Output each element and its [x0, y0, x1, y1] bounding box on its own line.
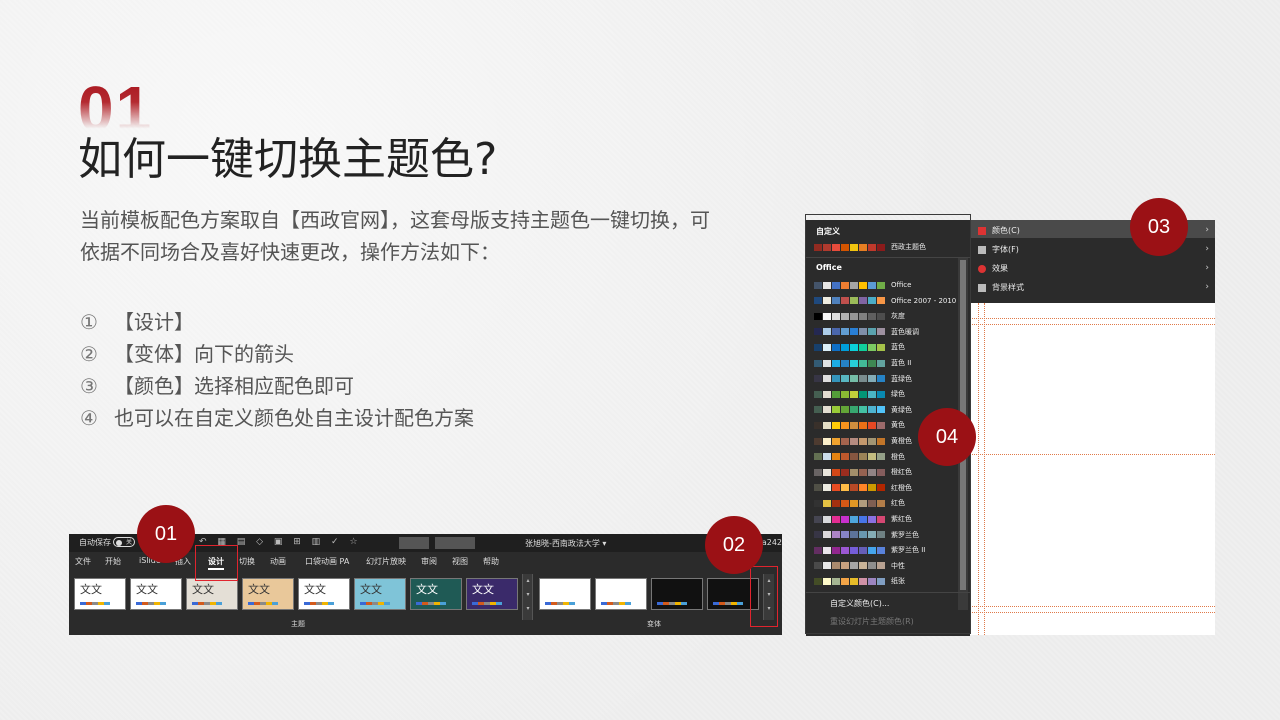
design-tab-highlight: [195, 545, 238, 581]
tab-home[interactable]: 开始: [105, 556, 121, 567]
guide-line: [970, 606, 1215, 607]
variant-arrow-highlight: [750, 566, 778, 627]
menu-item-colors[interactable]: 颜色(C): [978, 225, 1020, 236]
menu-item-label: 颜色(C): [992, 226, 1020, 235]
callout-03: 03: [1130, 198, 1188, 256]
guide-line: [970, 612, 1215, 613]
step-item: ③ 【颜色】选择相应配色即可: [80, 370, 474, 402]
tab-file[interactable]: 文件: [75, 556, 91, 567]
thumb-bar: [248, 602, 278, 605]
thumb-bar: [657, 602, 687, 605]
thumb-bar: [360, 602, 390, 605]
step-number: ②: [80, 342, 98, 366]
variant-thumbnail[interactable]: [595, 578, 647, 610]
user-name[interactable]: 张旭晓-西南政法大学 ▾: [525, 538, 606, 549]
step-number: ①: [80, 310, 98, 334]
description-text: 当前模板配色方案取自【西政官网】，这套母版支持主题色一键切换，可依据不同场合及喜…: [80, 208, 710, 264]
theme-thumbnail[interactable]: 文文: [130, 578, 182, 610]
thumb-text: 文文: [192, 583, 214, 596]
menu-item-label: 效果: [992, 264, 1008, 273]
account-code: a242: [761, 538, 782, 547]
step-text: 【颜色】选择相应配色即可: [114, 374, 354, 398]
step-number: ③: [80, 374, 98, 398]
thumb-text: 文文: [80, 583, 102, 596]
chevron-right-icon: ›: [1205, 282, 1209, 292]
thumb-text: 文文: [136, 583, 158, 596]
variant-thumbnail[interactable]: [539, 578, 591, 610]
theme-thumbnail[interactable]: 文文: [74, 578, 126, 610]
thumb-bar: [80, 602, 110, 605]
guide-line: [984, 303, 985, 635]
callout-02: 02: [705, 516, 763, 574]
page-title: 如何一键切换主题色?: [78, 134, 498, 185]
effects-icon: [978, 264, 986, 273]
step-item: ① 【设计】: [80, 306, 474, 338]
autosave-label: 自动保存: [79, 538, 111, 547]
guide-line: [970, 324, 1215, 325]
colors-icon: [978, 226, 986, 235]
thumb-text: 文文: [304, 583, 326, 596]
tab-review[interactable]: 审阅: [421, 556, 437, 567]
fonts-icon: [978, 245, 986, 254]
thumb-bar: [416, 602, 446, 605]
chevron-right-icon: ›: [1205, 225, 1209, 235]
menu-item-effects[interactable]: 效果: [978, 263, 1008, 274]
thumb-bar: [472, 602, 502, 605]
group-divider: [532, 574, 533, 620]
theme-thumbnail[interactable]: 文文: [242, 578, 294, 610]
tab-view[interactable]: 视图: [452, 556, 468, 567]
tab-transitions[interactable]: 切换: [239, 556, 255, 567]
thumb-text: 文文: [248, 583, 270, 596]
toolbar-field[interactable]: [435, 537, 475, 549]
thumb-text: 文文: [360, 583, 382, 596]
step-item: ④ 也可以在自定义颜色处自主设计配色方案: [80, 402, 474, 434]
tab-slideshow[interactable]: 幻灯片放映: [366, 556, 406, 567]
tab-animations[interactable]: 动画: [270, 556, 286, 567]
step-text: 【设计】: [114, 310, 194, 334]
menu-item-label: 字体(F): [992, 245, 1019, 254]
steps-list: ① 【设计】 ② 【变体】向下的箭头 ③ 【颜色】选择相应配色即可 ④ 也可以在自定义颜…: [80, 306, 474, 434]
guide-line: [970, 454, 1215, 455]
guide-line: [978, 303, 979, 635]
callout-01: 01: [137, 505, 195, 563]
theme-thumbnail[interactable]: 文文: [354, 578, 406, 610]
step-item: ② 【变体】向下的箭头: [80, 338, 474, 370]
menu-item-fonts[interactable]: 字体(F): [978, 244, 1019, 255]
chevron-right-icon: ›: [1205, 244, 1209, 254]
thumb-text: 文文: [416, 583, 438, 596]
group-label-variant: 变体: [647, 620, 661, 628]
theme-thumbnail[interactable]: 文文: [410, 578, 462, 610]
thumb-bar: [304, 602, 334, 605]
step-text: 【变体】向下的箭头: [114, 342, 294, 366]
thumb-bar: [601, 602, 631, 605]
theme-thumbnail[interactable]: 文文: [186, 578, 238, 610]
thumb-bar: [136, 602, 166, 605]
toolbar-field[interactable]: [399, 537, 429, 549]
autosave-toggle[interactable]: 关: [113, 537, 135, 547]
group-label-theme: 主题: [291, 620, 305, 628]
callout-04: 04: [918, 408, 976, 466]
thumb-bar: [545, 602, 575, 605]
variant-thumbnail[interactable]: [651, 578, 703, 610]
chevron-right-icon: ›: [1205, 263, 1209, 273]
guide-line: [970, 318, 1215, 319]
theme-thumbnail[interactable]: 文文: [298, 578, 350, 610]
slide-preview-area: [970, 303, 1215, 635]
tab-pocket-animation[interactable]: 口袋动画 PA: [305, 556, 349, 567]
thumb-text: 文文: [472, 583, 494, 596]
theme-thumbnail[interactable]: 文文: [466, 578, 518, 610]
background-icon: [978, 283, 986, 292]
step-number: ④: [80, 406, 98, 430]
menu-item-label: 背景样式: [992, 283, 1024, 292]
menu-item-background[interactable]: 背景样式: [978, 282, 1024, 293]
step-text: 也可以在自定义颜色处自主设计配色方案: [114, 406, 474, 430]
thumb-bar: [713, 602, 743, 605]
thumb-bar: [192, 602, 222, 605]
tab-help[interactable]: 帮助: [483, 556, 499, 567]
